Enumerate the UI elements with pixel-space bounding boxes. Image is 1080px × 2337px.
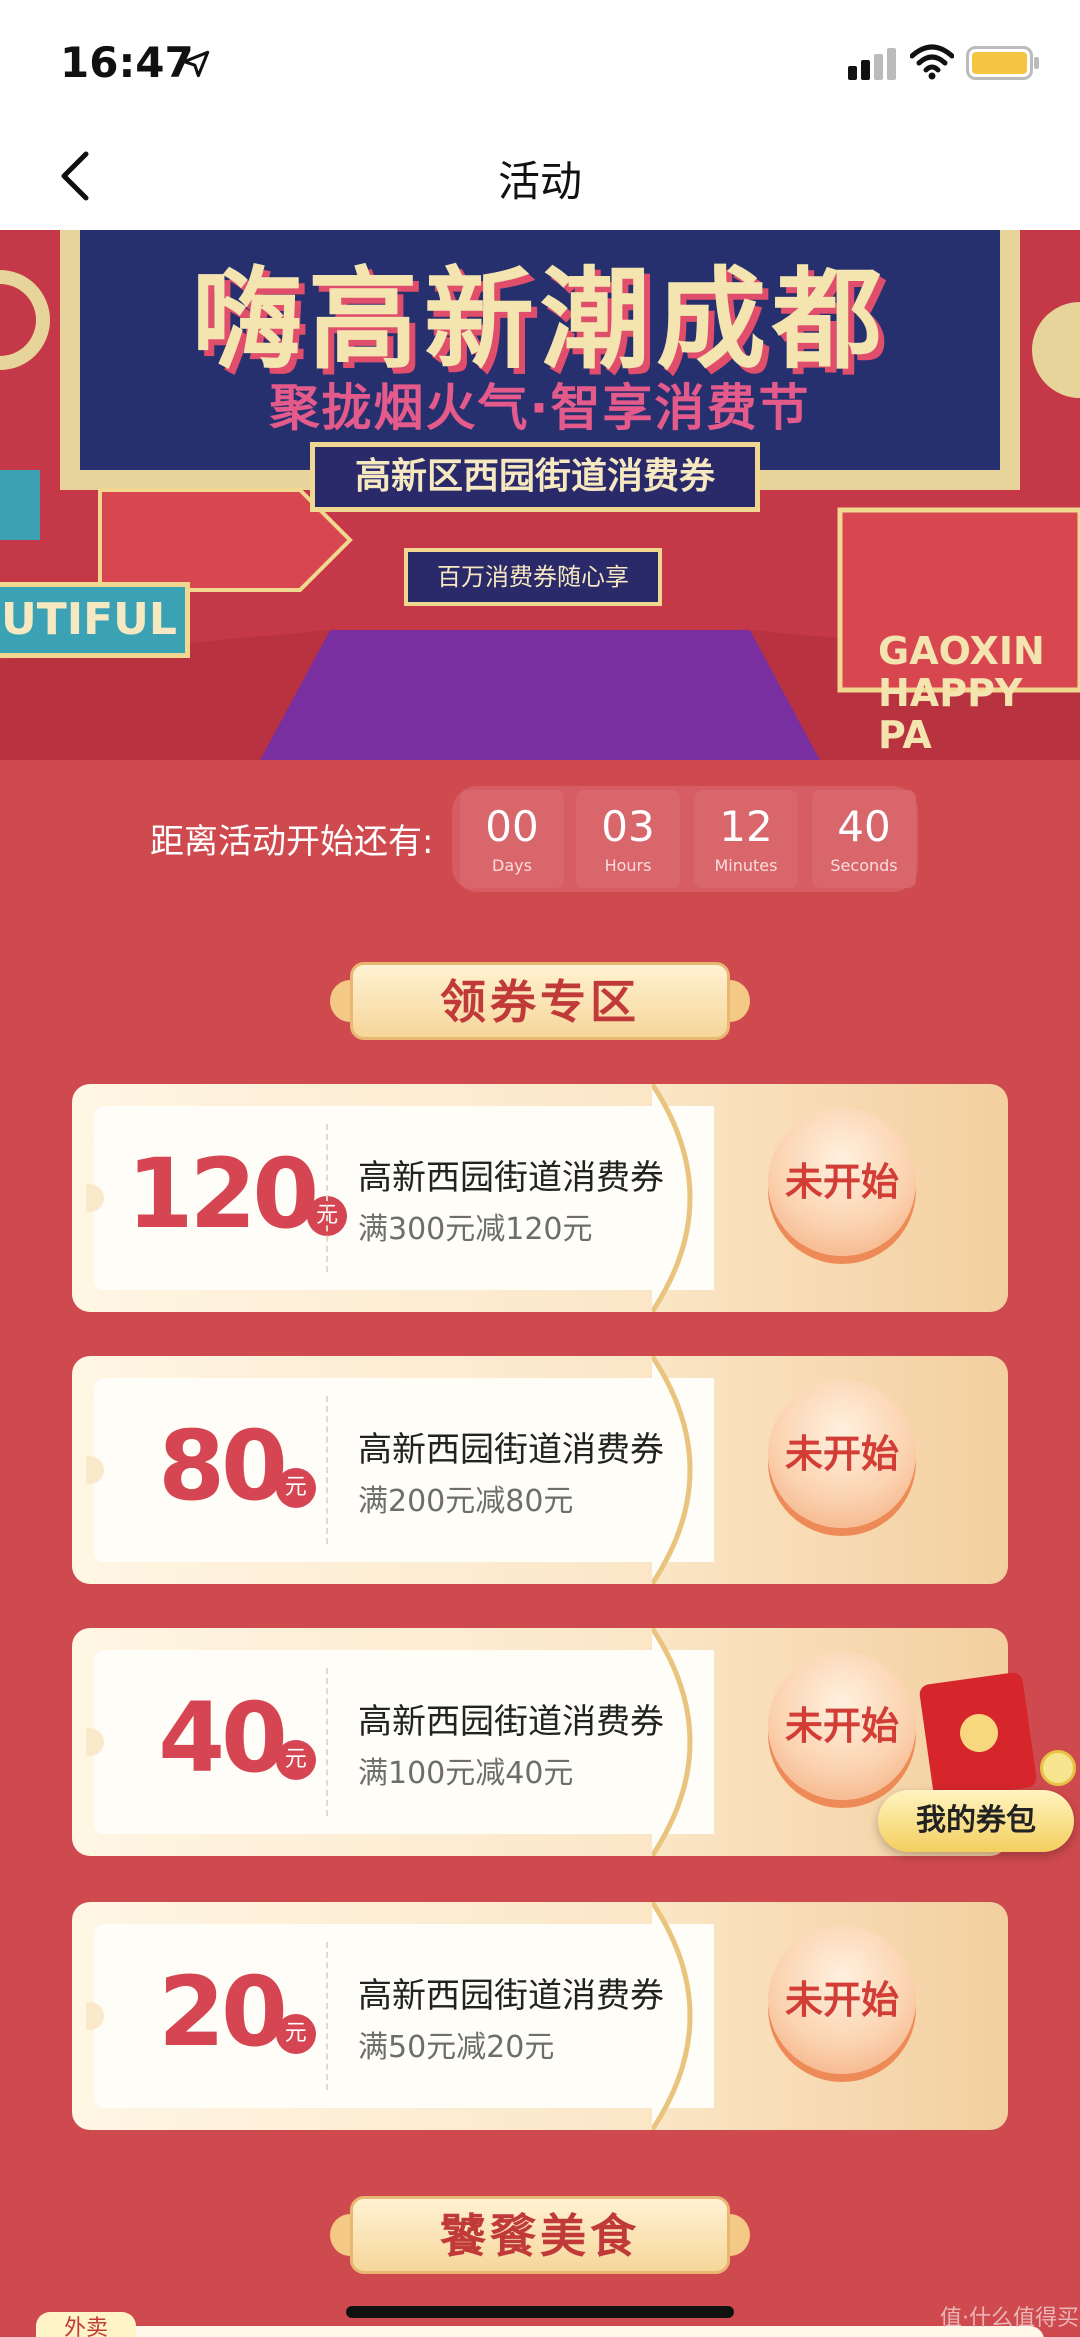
banner-sign-right: GAOXIN HAPPY PA: [878, 630, 1080, 756]
coupon-name: 高新西园街道消费券: [358, 1158, 664, 1198]
countdown-seconds: 40 Seconds: [812, 790, 916, 888]
coupon-amount: 120元: [122, 1144, 352, 1244]
food-section-title: 饕餮美食: [350, 2196, 730, 2274]
coin-icon: [1040, 1750, 1076, 1786]
coupon-card: 80元 高新西园街道消费券 满200元减80元 未开始: [72, 1356, 1008, 1584]
coupon-rule: 满200元减80元: [358, 1484, 574, 1519]
coupon-rule: 满50元减20元: [358, 2030, 555, 2065]
coupon-curve-decoration: [652, 1628, 693, 1856]
banner-sign-right-line1: GAOXIN: [878, 629, 1045, 673]
cellular-signal-icon: [848, 48, 896, 80]
my-coupon-wallet-button[interactable]: 我的券包: [878, 1671, 1080, 1860]
coupon-card: 40元 高新西园街道消费券 满100元减40元 未开始: [72, 1628, 1008, 1856]
coupon-claim-button[interactable]: 未开始: [768, 1926, 916, 2074]
banner-tagline: 百万消费券随心享: [404, 548, 662, 606]
food-list-card: [36, 2326, 1044, 2337]
coupon-card: 20元 高新西园街道消费券 满50元减20元 未开始: [72, 1902, 1008, 2130]
countdown-label: 距离活动开始还有:: [150, 822, 434, 862]
food-section-header: 饕餮美食: [330, 2196, 750, 2274]
countdown-days-value: 00: [485, 802, 539, 851]
coupon-amount-value: 80: [158, 1410, 288, 1522]
coupon-amount: 40元: [122, 1688, 352, 1788]
coupon-claim-button[interactable]: 未开始: [768, 1380, 916, 1528]
countdown-seconds-unit: Seconds: [830, 856, 898, 875]
coupon-curve-decoration: [652, 1902, 693, 2130]
countdown-days: 00 Days: [460, 790, 564, 888]
countdown-minutes-value: 12: [719, 802, 773, 851]
banner-sign-right-line2: HAPPY PA: [878, 671, 1023, 757]
countdown-hours: 03 Hours: [576, 790, 680, 888]
coupon-amount: 80元: [122, 1416, 352, 1516]
countdown-hours-unit: Hours: [604, 856, 652, 875]
coupon-curve-decoration: [652, 1356, 693, 1584]
coupon-curve-decoration: [652, 1084, 693, 1312]
coupon-unit-badge: 元: [275, 1740, 316, 1780]
wifi-icon: [910, 44, 954, 80]
home-indicator: [346, 2306, 734, 2318]
status-bar: 16:47: [0, 0, 1080, 120]
coupon-unit-badge: 元: [275, 1468, 316, 1508]
coupon-name: 高新西园街道消费券: [358, 1702, 664, 1742]
coupon-section-title: 领券专区: [350, 962, 730, 1040]
promo-banner[interactable]: 嗨高新潮成都 聚拢烟火气·智享消费节 高新区西园街道消费券 百万消费券随心享 U…: [0, 230, 1080, 760]
coupon-amount: 20元: [122, 1962, 352, 2062]
coupon-divider: [326, 1124, 328, 1272]
coupon-rule: 满100元减40元: [358, 1756, 574, 1791]
tab-takeout[interactable]: 外卖: [36, 2312, 136, 2337]
watermark: 值·什么值得买: [940, 2306, 1079, 2331]
coupon-rule: 满300元减120元: [358, 1212, 593, 1247]
coupon-section-header: 领券专区: [330, 962, 750, 1040]
wallet-label: 我的券包: [878, 1790, 1074, 1852]
coupon-amount-value: 20: [158, 1956, 288, 2068]
countdown-minutes: 12 Minutes: [694, 790, 798, 888]
banner-slogan: 聚拢烟火气·智享消费节: [269, 379, 811, 437]
location-arrow-icon: [182, 50, 210, 78]
coupon-unit-badge: 元: [275, 2014, 316, 2054]
status-time: 16:47: [60, 38, 194, 87]
coupon-amount-value: 40: [158, 1682, 288, 1794]
countdown-hours-value: 03: [601, 802, 655, 851]
battery-icon: [966, 46, 1039, 80]
countdown-days-unit: Days: [492, 856, 532, 875]
countdown-seconds-value: 40: [837, 802, 891, 851]
coupon-name: 高新西园街道消费券: [358, 1976, 664, 2016]
banner-subtitle: 高新区西园街道消费券: [310, 442, 760, 512]
coupon-card: 120元 高新西园街道消费券 满300元减120元 未开始: [72, 1084, 1008, 1312]
coupon-divider: [326, 1668, 328, 1816]
coupon-name: 高新西园街道消费券: [358, 1430, 664, 1470]
coupon-claim-button[interactable]: 未开始: [768, 1108, 916, 1256]
coupon-divider: [326, 1942, 328, 2090]
banner-title: 嗨高新潮成都: [192, 255, 888, 384]
coupon-amount-value: 120: [126, 1138, 319, 1250]
countdown-minutes-unit: Minutes: [714, 856, 778, 875]
coupon-divider: [326, 1396, 328, 1544]
banner-sign-left: UTIFUL: [0, 582, 190, 658]
nav-bar: 活动: [0, 120, 1080, 230]
page-title: 活动: [497, 157, 582, 206]
